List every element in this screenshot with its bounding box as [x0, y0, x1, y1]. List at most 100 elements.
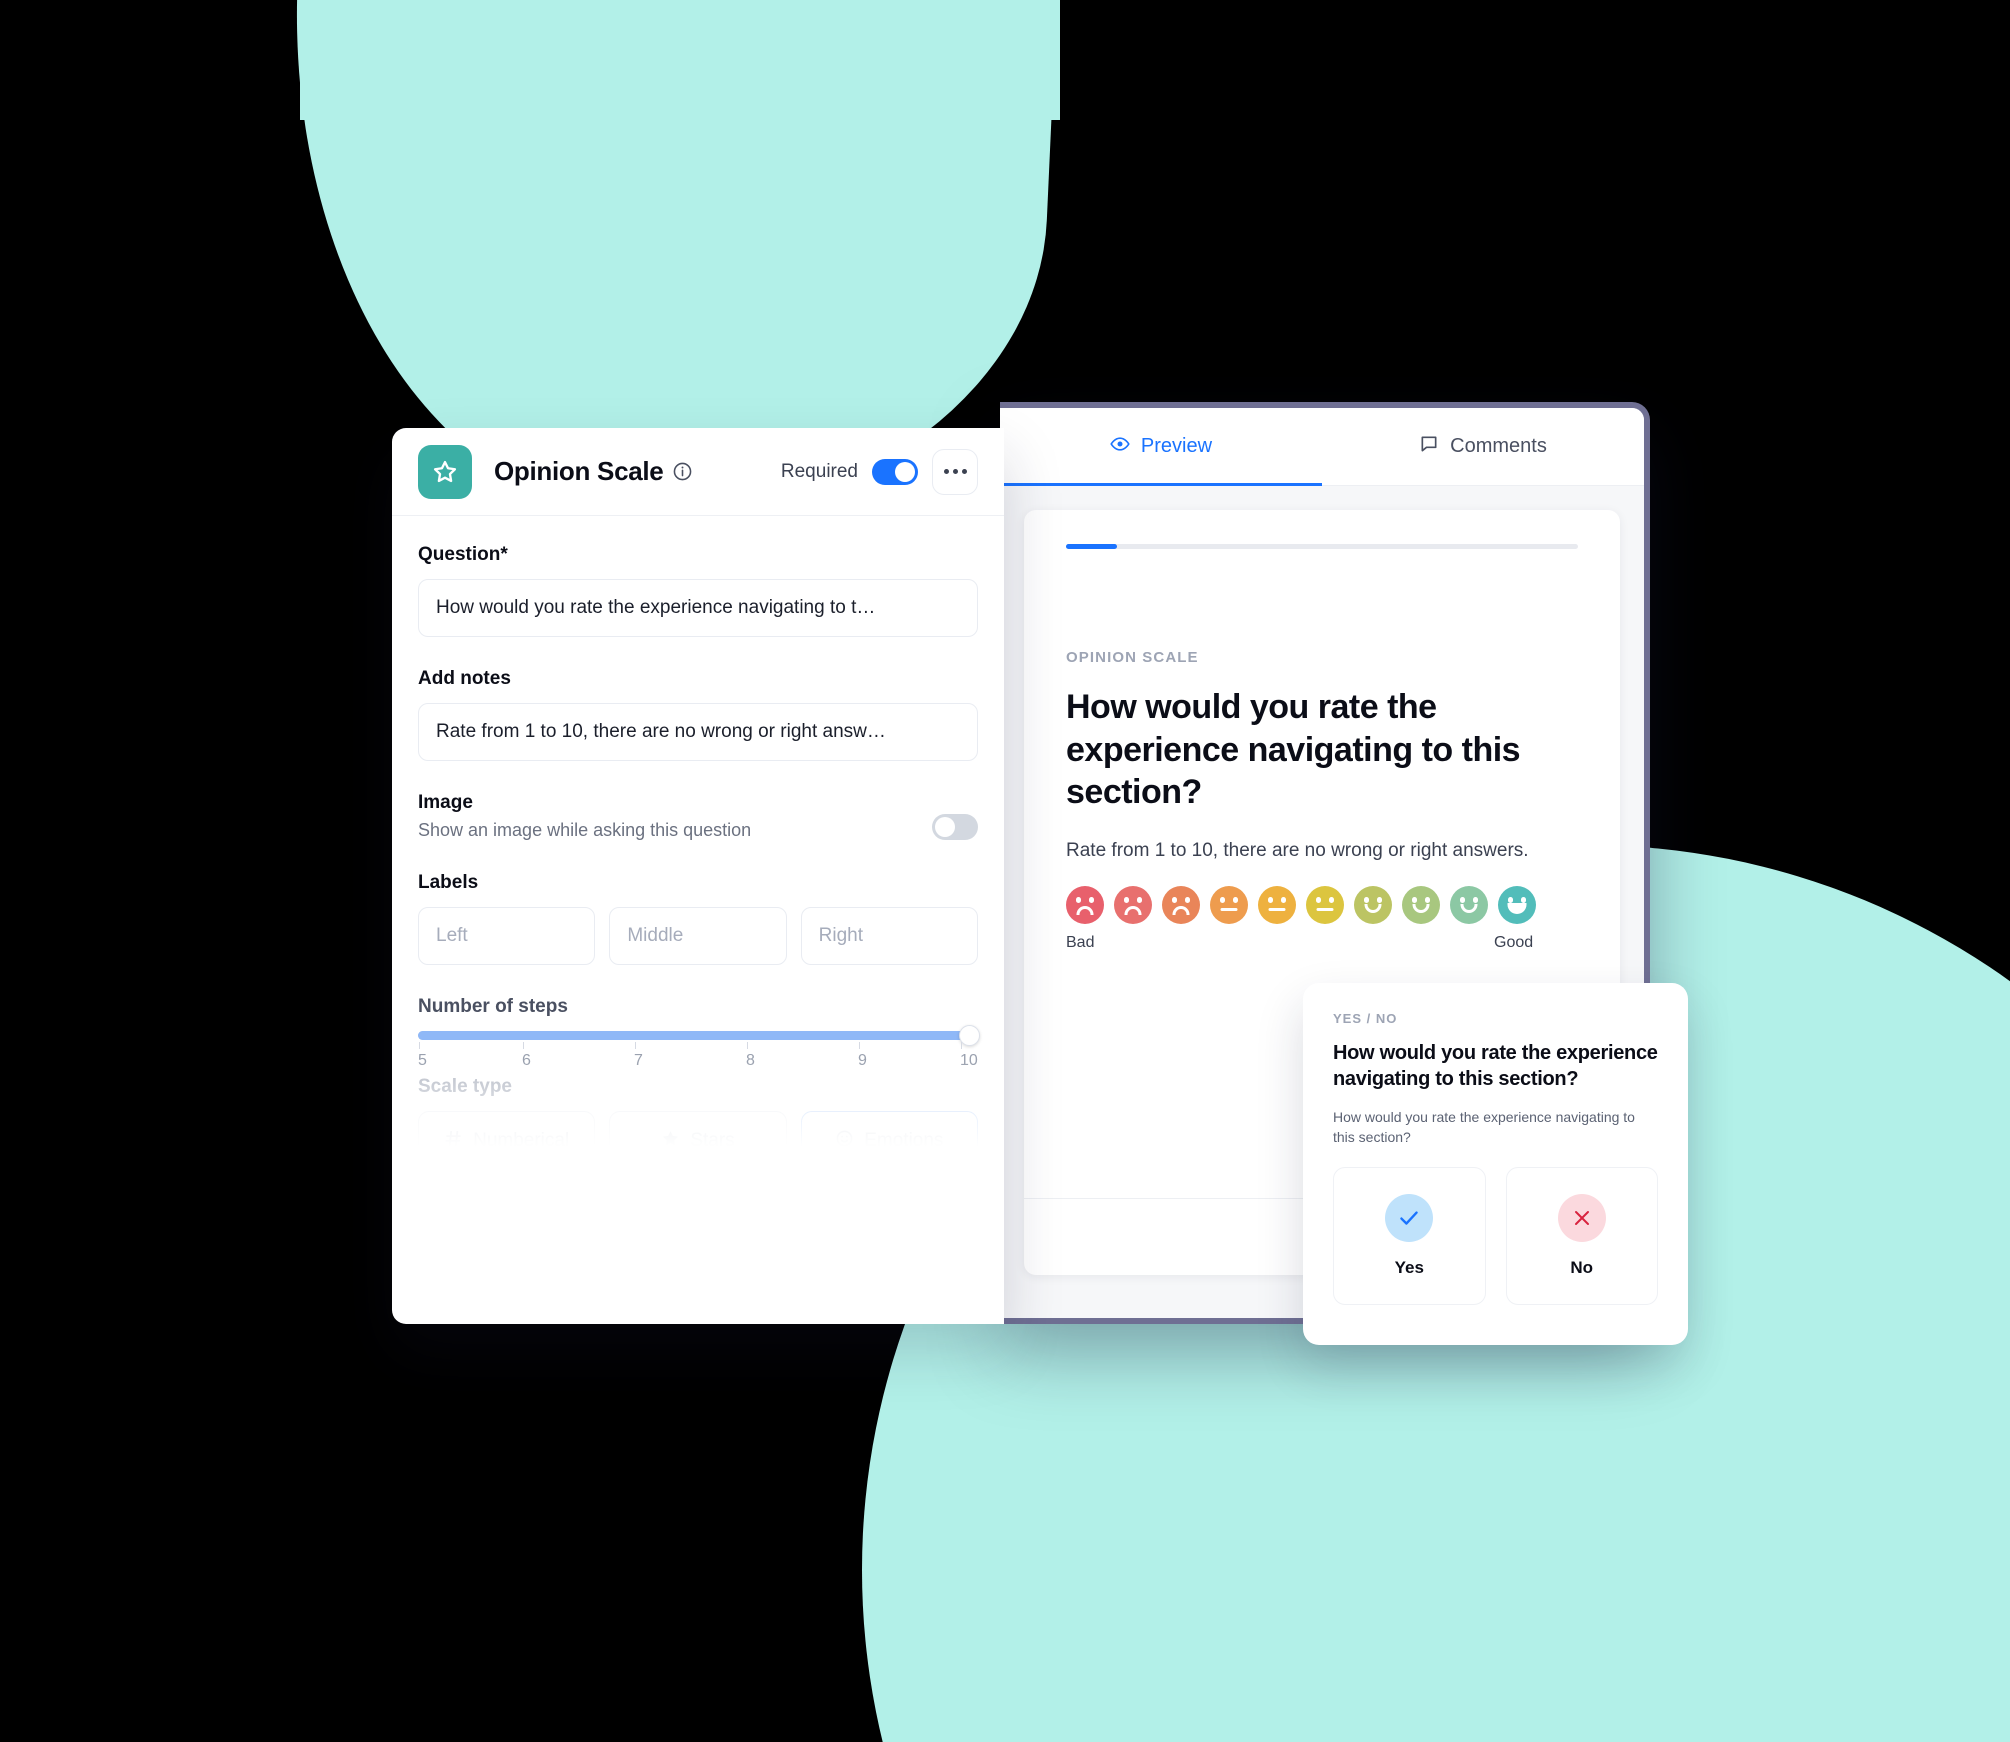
emotion-option-9[interactable] — [1450, 885, 1488, 924]
scale-type-stars[interactable]: Stars — [609, 1111, 787, 1171]
emoji-eye-right — [1281, 896, 1286, 903]
emoji-mouth — [1507, 902, 1527, 914]
tab-preview[interactable]: Preview — [1000, 408, 1322, 486]
info-icon[interactable] — [672, 461, 693, 482]
toggle-knob — [895, 461, 915, 482]
slider-tick-label: 6 — [522, 1052, 531, 1069]
emoji-eye-right — [1377, 896, 1382, 903]
question-label-text: Question — [418, 544, 501, 565]
notes-field-label: Add notes — [418, 668, 511, 689]
page-title: Opinion Scale — [494, 456, 693, 487]
emoji-eye-left — [1460, 896, 1465, 903]
smiley-icon — [835, 1129, 854, 1154]
editor-header: Opinion Scale Required — [392, 428, 1004, 516]
emoji-eye-right — [1137, 896, 1142, 903]
slider-tick-bar — [747, 1042, 748, 1049]
label-right-input[interactable]: Right — [800, 907, 978, 965]
emoji-mouth — [1316, 907, 1334, 911]
editor-header-actions: Required — [781, 448, 978, 495]
slider-ticks: 5 6 7 8 9 10 — [418, 1042, 978, 1076]
slider-fill — [418, 1031, 970, 1040]
emotion-option-1[interactable] — [1066, 885, 1104, 924]
star-icon — [418, 444, 472, 499]
emoji-mouth — [1460, 903, 1478, 913]
yes-option-button[interactable]: Yes — [1333, 1167, 1486, 1306]
steps-field-label: Number of steps — [418, 996, 568, 1017]
tab-comments[interactable]: Comments — [1322, 408, 1644, 485]
check-icon — [1385, 1194, 1434, 1243]
emotion-option-10[interactable] — [1498, 885, 1536, 924]
star-icon — [661, 1129, 680, 1154]
slider-tick-bar — [419, 1042, 420, 1049]
scale-type-numerical[interactable]: Numberical — [418, 1111, 596, 1171]
preview-question-note: Rate from 1 to 10, there are no wrong or… — [1066, 839, 1529, 861]
no-option-button[interactable]: No — [1505, 1167, 1658, 1306]
question-field-label: Question* — [418, 544, 978, 566]
slider-tick-label: 9 — [858, 1052, 867, 1069]
emoji-eye-left — [1268, 896, 1273, 903]
question-input[interactable]: How would you rate the experience naviga… — [418, 579, 978, 637]
tab-preview-label: Preview — [1140, 435, 1213, 457]
label-left-placeholder: Left — [436, 925, 468, 946]
hash-icon — [444, 1129, 463, 1154]
slider-tick: 9 — [858, 1042, 867, 1070]
slider-tick-bar — [523, 1042, 524, 1049]
slider-tick: 8 — [746, 1042, 755, 1070]
emoji-eye-left — [1364, 896, 1369, 903]
scale-type-emotions[interactable]: Emotions — [800, 1111, 978, 1171]
emoji-eye-left — [1076, 896, 1081, 903]
emotion-option-2[interactable] — [1114, 885, 1152, 924]
steps-slider[interactable]: 5 6 7 8 9 10 — [418, 1025, 980, 1076]
tab-comments-label: Comments — [1450, 435, 1547, 457]
slider-tick: 7 — [634, 1042, 643, 1070]
emoji-eye-left — [1172, 896, 1177, 903]
slider-tick-bar — [859, 1042, 860, 1049]
emoji-mouth — [1268, 907, 1286, 911]
question-input-value: How would you rate the experience naviga… — [436, 597, 876, 618]
emoji-eye-left — [1316, 896, 1321, 903]
yes-no-question: How would you rate the experience naviga… — [1333, 1042, 1658, 1091]
yes-no-options: Yes No — [1333, 1167, 1658, 1306]
image-toggle[interactable] — [932, 814, 978, 840]
scale-type-options: Numberical Stars Emotions — [418, 1111, 978, 1171]
label-left-input[interactable]: Left — [418, 907, 596, 965]
notes-input[interactable]: Rate from 1 to 10, there are no wrong or… — [418, 703, 978, 761]
slider-tick-bar — [961, 1042, 962, 1049]
emotion-option-4[interactable] — [1210, 885, 1248, 924]
emotion-option-8[interactable] — [1402, 885, 1440, 924]
scale-caption-right: Good — [1494, 933, 1534, 951]
emotion-option-7[interactable] — [1354, 885, 1392, 924]
emotion-option-5[interactable] — [1258, 885, 1296, 924]
scale-type-numerical-label: Numberical — [473, 1130, 570, 1151]
screenshot-stage: Preview Comments OPINION SCALE How would… — [0, 0, 2010, 1742]
emoji-eye-right — [1473, 896, 1478, 903]
emoji-mouth — [1220, 907, 1238, 911]
image-setting-row: Image Show an image while asking this qu… — [418, 792, 978, 841]
emoji-mouth — [1076, 905, 1094, 915]
emotion-option-6[interactable] — [1306, 885, 1344, 924]
ellipsis-icon[interactable] — [932, 448, 978, 495]
slider-tick-label: 5 — [418, 1052, 427, 1069]
emotion-scale[interactable] — [1066, 885, 1578, 924]
eye-icon — [1110, 434, 1130, 460]
label-middle-input[interactable]: Middle — [609, 907, 787, 965]
editor-body: Question* How would you rate the experie… — [392, 516, 1004, 1171]
slider-track — [418, 1025, 980, 1046]
emoji-mouth — [1364, 903, 1382, 913]
preview-tab-bar: Preview Comments — [1000, 408, 1644, 486]
question-required-mark: * — [500, 544, 508, 565]
emoji-mouth — [1412, 903, 1430, 913]
emoji-mouth — [1172, 905, 1190, 915]
scale-caption-left: Bad — [1066, 933, 1095, 951]
image-label: Image — [418, 792, 473, 813]
emoji-eye-left — [1412, 896, 1417, 903]
yes-option-label: Yes — [1394, 1258, 1424, 1278]
progress-bar — [1066, 544, 1578, 549]
preview-kicker: OPINION SCALE — [1066, 649, 1199, 666]
notes-input-value: Rate from 1 to 10, there are no wrong or… — [436, 721, 886, 742]
emoji-eye-right — [1233, 896, 1238, 903]
emotion-scale-captions: Bad Good — [1066, 934, 1578, 956]
required-toggle[interactable] — [872, 458, 918, 485]
yes-no-kicker: YES / NO — [1333, 1011, 1398, 1026]
emotion-option-3[interactable] — [1162, 885, 1200, 924]
